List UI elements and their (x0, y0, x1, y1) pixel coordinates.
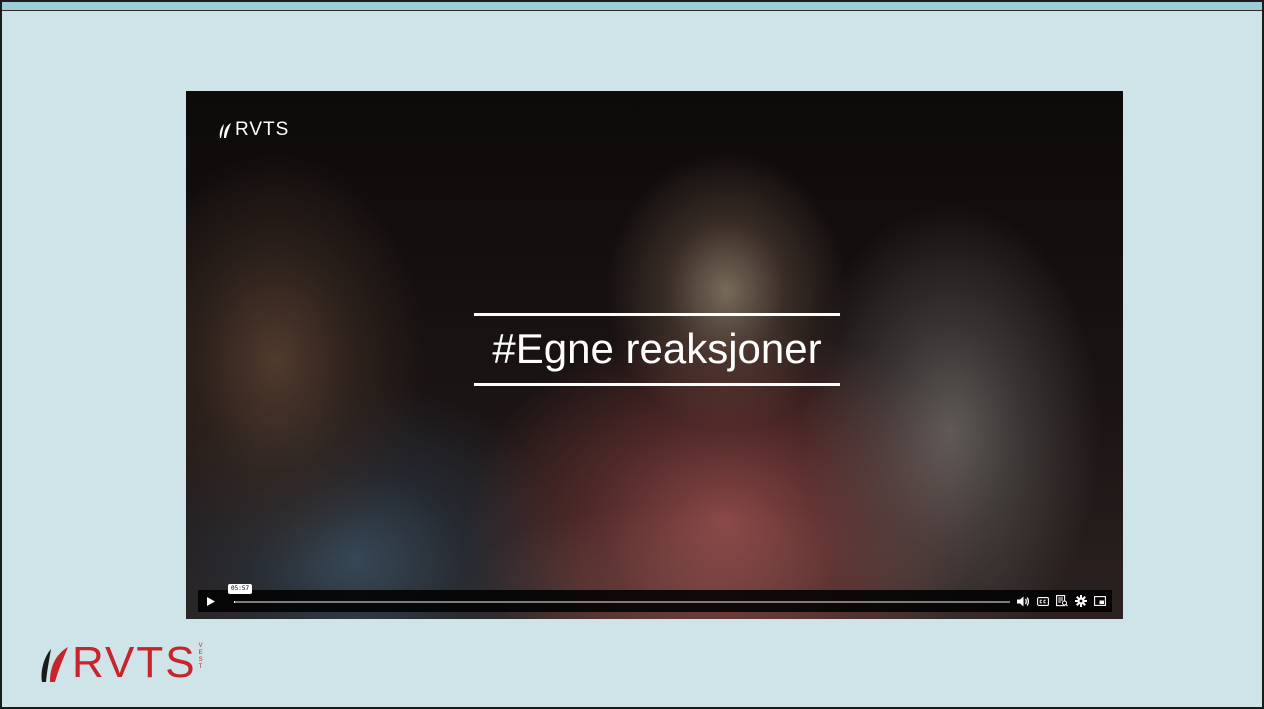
top-strip (2, 2, 1262, 11)
gear-icon (1074, 595, 1087, 607)
control-icons (1016, 594, 1112, 609)
video-player[interactable]: RVTS #Egne reaksjoner 05:57 (186, 91, 1123, 619)
play-icon (207, 596, 215, 606)
footer-logo-suffix-letter: T (198, 664, 203, 670)
page-frame: RVTS #Egne reaksjoner 05:57 RVTS V E S T (0, 0, 1264, 709)
transcript-icon (1055, 595, 1068, 607)
title-rule-bottom (474, 383, 840, 386)
seek-bar[interactable]: 05:57 (228, 584, 1010, 612)
settings-button[interactable] (1073, 594, 1088, 609)
volume-icon (1017, 596, 1030, 606)
footer-logo-suffix-letter: E (198, 650, 203, 656)
play-button[interactable] (198, 590, 224, 612)
title-card-text: #Egne reaksjoner (492, 325, 822, 372)
seek-track (234, 601, 1010, 603)
rvts-leaf-icon-large (41, 647, 68, 682)
picture-in-picture-icon (1093, 596, 1106, 606)
seek-progress (234, 601, 235, 603)
footer-logo-suffix-letter: S (198, 657, 203, 663)
closed-captions-icon (1036, 596, 1049, 606)
rvts-leaf-icon (219, 123, 231, 138)
video-brand-text: RVTS (235, 119, 290, 140)
transcript-button[interactable] (1054, 594, 1069, 609)
footer-logo: RVTS VEST (38, 638, 203, 687)
footer-logo-suffix: VEST (199, 643, 203, 671)
pip-button[interactable] (1092, 594, 1107, 609)
current-time: 05:57 (228, 584, 253, 594)
volume-button[interactable] (1016, 594, 1031, 609)
title-card: #Egne reaksjoner (474, 313, 840, 386)
video-brand-logo: RVTS (218, 119, 289, 141)
footer-logo-suffix-letter: V (198, 643, 203, 649)
player-controls: 05:57 (198, 584, 1112, 612)
footer-logo-text: RVTS (72, 638, 197, 687)
captions-button[interactable] (1035, 594, 1050, 609)
